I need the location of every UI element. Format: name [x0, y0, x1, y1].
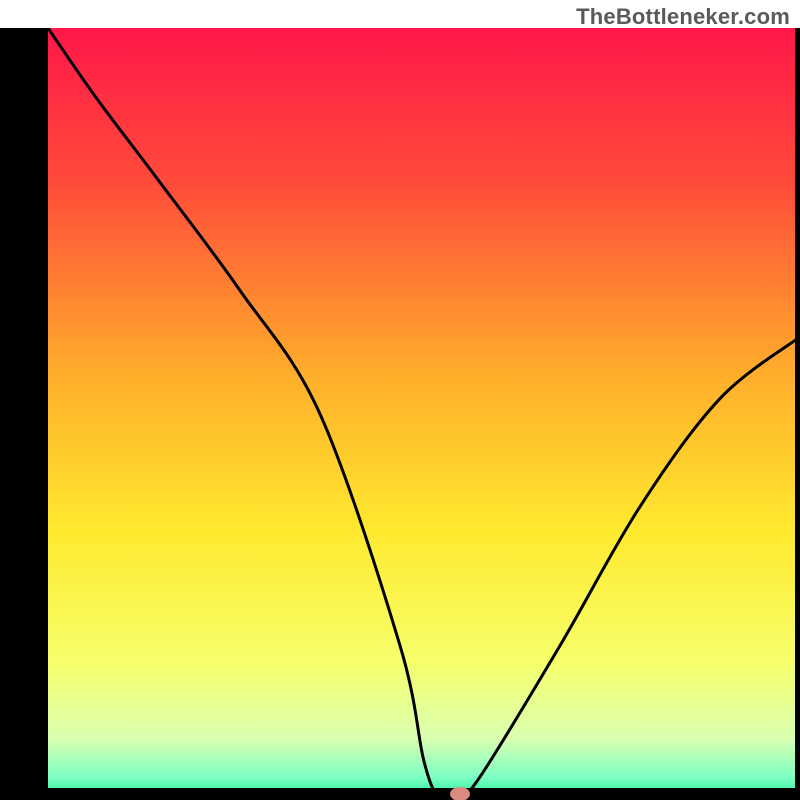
frame-bottom: [0, 788, 800, 800]
chart-container: TheBottleneker.com: [0, 0, 800, 800]
frame-left: [0, 28, 48, 800]
gradient-background: [48, 28, 800, 800]
bottleneck-chart: [0, 28, 800, 800]
chart-frame: [0, 28, 800, 800]
frame-right: [795, 28, 800, 800]
watermark-text: TheBottleneker.com: [576, 4, 790, 30]
